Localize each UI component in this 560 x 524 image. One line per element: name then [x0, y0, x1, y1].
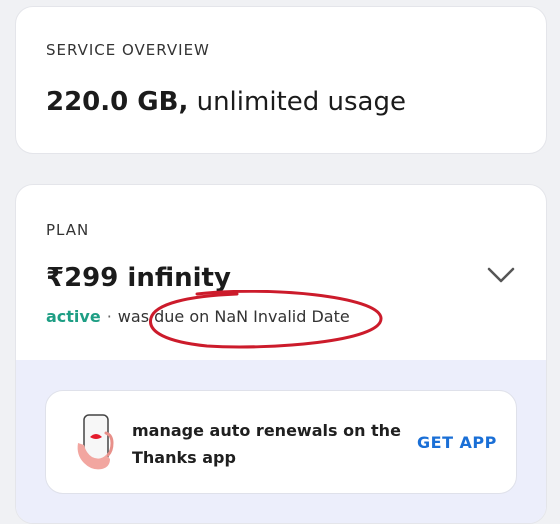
- promo-message: manage auto renewals on the Thanks app: [132, 421, 401, 467]
- usage-summary: 220.0 GB, unlimited usage: [46, 87, 406, 117]
- status-badge: active: [46, 307, 101, 326]
- chevron-down-icon[interactable]: [486, 265, 516, 285]
- plan-label: PLAN: [46, 221, 90, 239]
- service-overview-label: SERVICE OVERVIEW: [46, 41, 210, 59]
- phone-in-hand-icon: [77, 414, 114, 470]
- plan-title: ₹299 infinity: [46, 263, 231, 293]
- usage-type: unlimited usage: [188, 87, 406, 117]
- plan-card: PLAN ₹299 infinity active · was due on NaN…: [15, 184, 547, 524]
- status-separator: ·: [106, 307, 112, 326]
- auto-renewal-promo: manage auto renewals on the Thanks app G…: [45, 390, 517, 494]
- plan-status-line: active · was due on NaN Invalid Date: [46, 307, 350, 326]
- service-overview-card: SERVICE OVERVIEW 220.0 GB, unlimited usa…: [15, 6, 547, 154]
- due-date-text: was due on NaN Invalid Date: [117, 307, 350, 326]
- get-app-button[interactable]: GET APP: [417, 433, 497, 452]
- data-amount: 220.0 GB,: [46, 87, 189, 117]
